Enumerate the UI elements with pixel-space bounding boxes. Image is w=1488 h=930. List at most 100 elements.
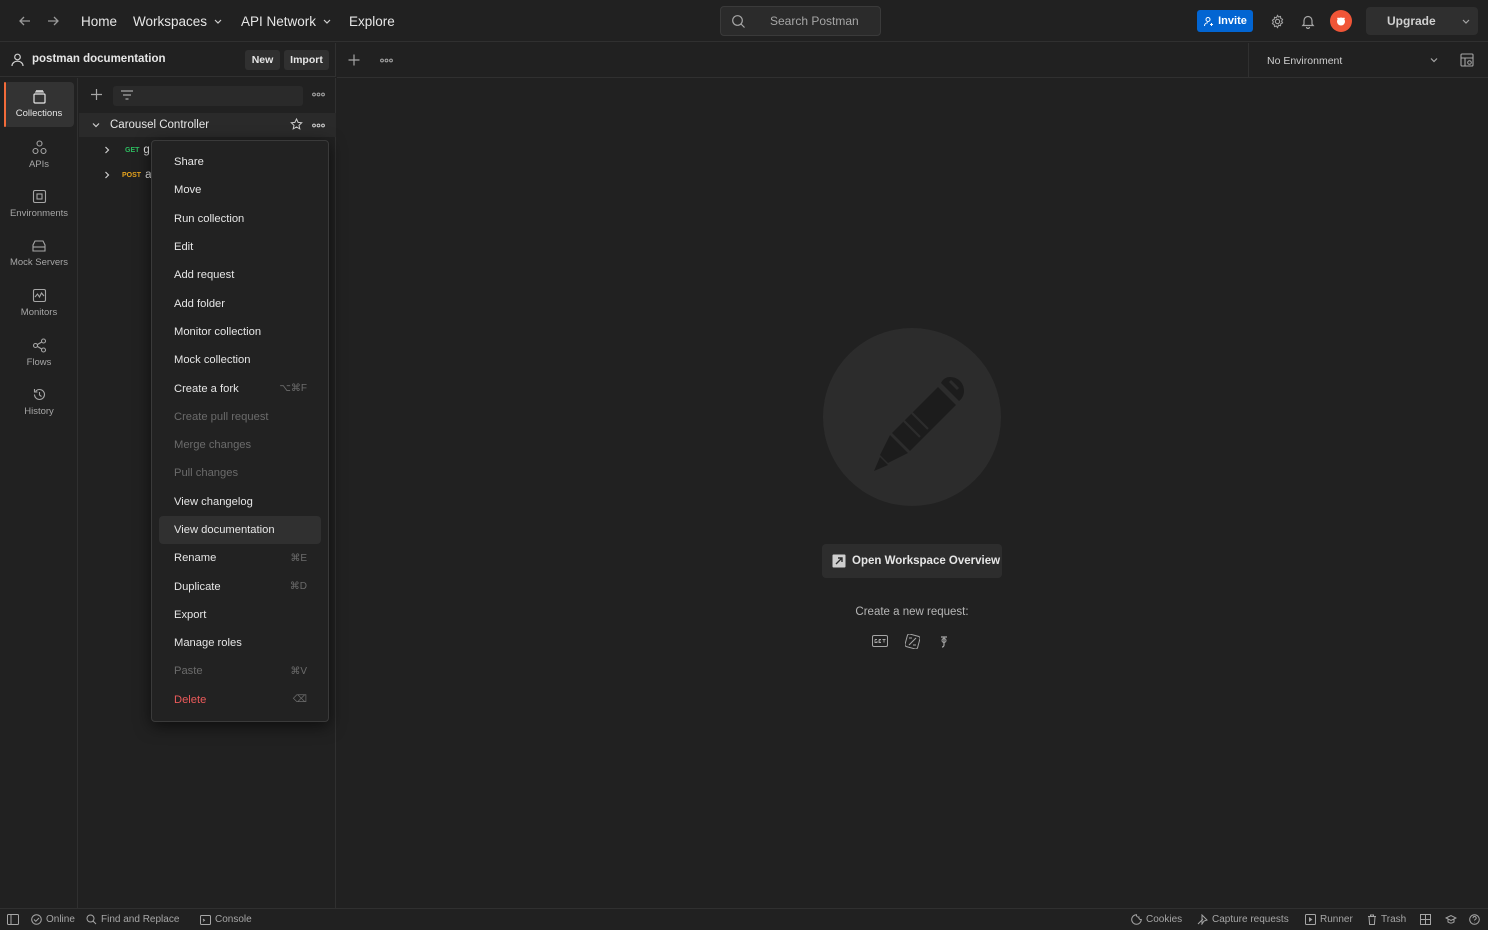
environment-selector[interactable]: No Environment	[1248, 43, 1451, 78]
menu-item-share[interactable]: Share	[159, 148, 321, 176]
online-status[interactable]: Online	[31, 914, 75, 925]
apis-icon	[31, 139, 47, 154]
menu-item-shortcut: ⌘E	[290, 552, 307, 564]
add-icon[interactable]	[90, 88, 103, 101]
menu-item-label: Manage roles	[174, 637, 242, 650]
invite-button[interactable]: Invite	[1197, 10, 1253, 32]
menu-item-label: Export	[174, 608, 207, 621]
menu-item-label: Mock collection	[174, 354, 251, 367]
http-request-icon[interactable]	[871, 632, 889, 650]
menu-item-add-folder[interactable]: Add folder	[159, 289, 321, 317]
history-icon	[33, 388, 45, 400]
sidebar-item-monitors[interactable]: Monitors	[4, 280, 74, 325]
new-button[interactable]: New	[245, 50, 280, 70]
menu-item-manage-roles[interactable]: Manage roles	[159, 629, 321, 657]
cookies-label: Cookies	[1146, 914, 1183, 925]
help-icon[interactable]	[1469, 914, 1480, 925]
menu-item-label: Create a fork	[174, 382, 239, 395]
menu-item-shortcut: ⌫	[292, 694, 307, 706]
postman-logo	[823, 328, 1001, 506]
menu-item-paste: Paste ⌘V	[159, 657, 321, 685]
capture-requests-button[interactable]: Capture requests	[1197, 914, 1289, 925]
user-icon	[11, 53, 24, 67]
two-pane-view-icon[interactable]	[1420, 914, 1431, 925]
menu-item-delete[interactable]: Delete ⌫	[159, 686, 321, 714]
upgrade-button[interactable]: Upgrade	[1366, 7, 1478, 35]
nav-home[interactable]: Home	[81, 11, 117, 31]
menu-item-label: View documentation	[174, 524, 275, 536]
toggle-sidebar-icon[interactable]	[7, 914, 19, 925]
menu-item-shortcut: ⌥⌘F	[279, 383, 307, 395]
console-label: Console	[215, 914, 252, 925]
nav-api-network[interactable]: API Network	[241, 11, 332, 31]
menu-item-mock-collection[interactable]: Mock collection	[159, 346, 321, 374]
nav-home-label: Home	[81, 13, 118, 29]
menu-item-rename[interactable]: Rename ⌘E	[159, 544, 321, 572]
menu-item-label: Merge changes	[174, 439, 252, 452]
menu-item-export[interactable]: Export	[159, 601, 321, 629]
menu-item-view-documentation[interactable]: View documentation	[159, 515, 321, 545]
mock-servers-icon	[32, 240, 46, 252]
menu-item-create-pull-request: Create pull request	[159, 403, 321, 431]
import-label: Import	[290, 54, 323, 66]
menu-item-view-changelog[interactable]: View changelog	[159, 488, 321, 516]
more-options-icon[interactable]	[380, 58, 393, 63]
notification-bell-icon[interactable]	[1298, 11, 1318, 31]
sidebar-item-flows[interactable]: Flows	[4, 330, 74, 375]
star-icon[interactable]	[290, 118, 303, 131]
open-workspace-overview-button[interactable]: Open Workspace Overview	[822, 544, 1002, 578]
sidebar-item-history[interactable]: History	[4, 379, 74, 424]
bootcamp-icon[interactable]	[1445, 914, 1457, 925]
filter-input[interactable]	[113, 86, 303, 106]
menu-item-add-request[interactable]: Add request	[159, 261, 321, 289]
forward-arrow-icon[interactable]	[42, 10, 64, 32]
user-avatar[interactable]	[1330, 10, 1352, 32]
monitors-icon	[32, 288, 46, 302]
sidebar-item-mock-servers[interactable]: Mock Servers	[4, 231, 74, 276]
console-icon	[200, 914, 211, 925]
search-input[interactable]: Search Postman	[720, 6, 881, 36]
settings-gear-icon[interactable]	[1267, 11, 1287, 31]
cookies-button[interactable]: Cookies	[1131, 914, 1182, 925]
trash-button[interactable]: Trash	[1367, 914, 1406, 925]
sidebar-rail: Collections APIs Environments Mock Serve…	[0, 78, 78, 908]
request-method: POST	[122, 171, 142, 179]
sidebar-item-environments[interactable]: Environments	[4, 181, 74, 226]
graphql-request-icon[interactable]	[903, 632, 921, 650]
more-options-icon[interactable]	[312, 123, 325, 128]
menu-item-monitor-collection[interactable]: Monitor collection	[159, 318, 321, 346]
nav-workspaces[interactable]: Workspaces	[133, 11, 223, 31]
sidebar-item-label: Monitors	[20, 306, 58, 318]
chevron-right-icon[interactable]	[103, 170, 111, 180]
menu-item-label: View changelog	[174, 495, 253, 508]
sidebar-item-label: Flows	[26, 356, 52, 368]
menu-item-label: Move	[174, 184, 202, 197]
menu-item-run-collection[interactable]: Run collection	[159, 205, 321, 233]
menu-item-move[interactable]: Move	[159, 176, 321, 204]
import-button[interactable]: Import	[284, 50, 329, 70]
chevron-down-icon	[214, 19, 222, 24]
new-tab-plus-icon[interactable]	[348, 54, 360, 66]
grpc-request-icon[interactable]	[935, 632, 953, 650]
collection-row[interactable]: Carousel Controller	[79, 113, 336, 137]
runner-label: Runner	[1320, 914, 1353, 925]
chevron-down-icon[interactable]	[1458, 13, 1474, 29]
request-method: GET	[125, 146, 140, 154]
sidebar-item-collections[interactable]: Collections	[4, 82, 74, 127]
console-button[interactable]: Console	[200, 914, 252, 925]
workspace-name[interactable]: postman documentation	[32, 53, 166, 65]
nav-explore[interactable]: Explore	[349, 11, 395, 31]
menu-item-create-a-fork[interactable]: Create a fork ⌥⌘F	[159, 374, 321, 402]
trash-label: Trash	[1381, 914, 1407, 925]
sidebar-item-apis[interactable]: APIs	[4, 132, 74, 177]
runner-button[interactable]: Runner	[1305, 914, 1353, 925]
back-arrow-icon[interactable]	[14, 10, 36, 32]
chevron-down-icon[interactable]	[91, 120, 101, 130]
chevron-right-icon[interactable]	[103, 145, 111, 155]
more-options-icon[interactable]	[312, 92, 325, 97]
menu-item-edit[interactable]: Edit	[159, 233, 321, 261]
environment-quick-look-icon[interactable]	[1460, 53, 1474, 67]
find-replace-button[interactable]: Find and Replace	[86, 914, 179, 925]
menu-item-duplicate[interactable]: Duplicate ⌘D	[159, 572, 321, 600]
workspace-header: postman documentation New Import	[0, 43, 336, 77]
